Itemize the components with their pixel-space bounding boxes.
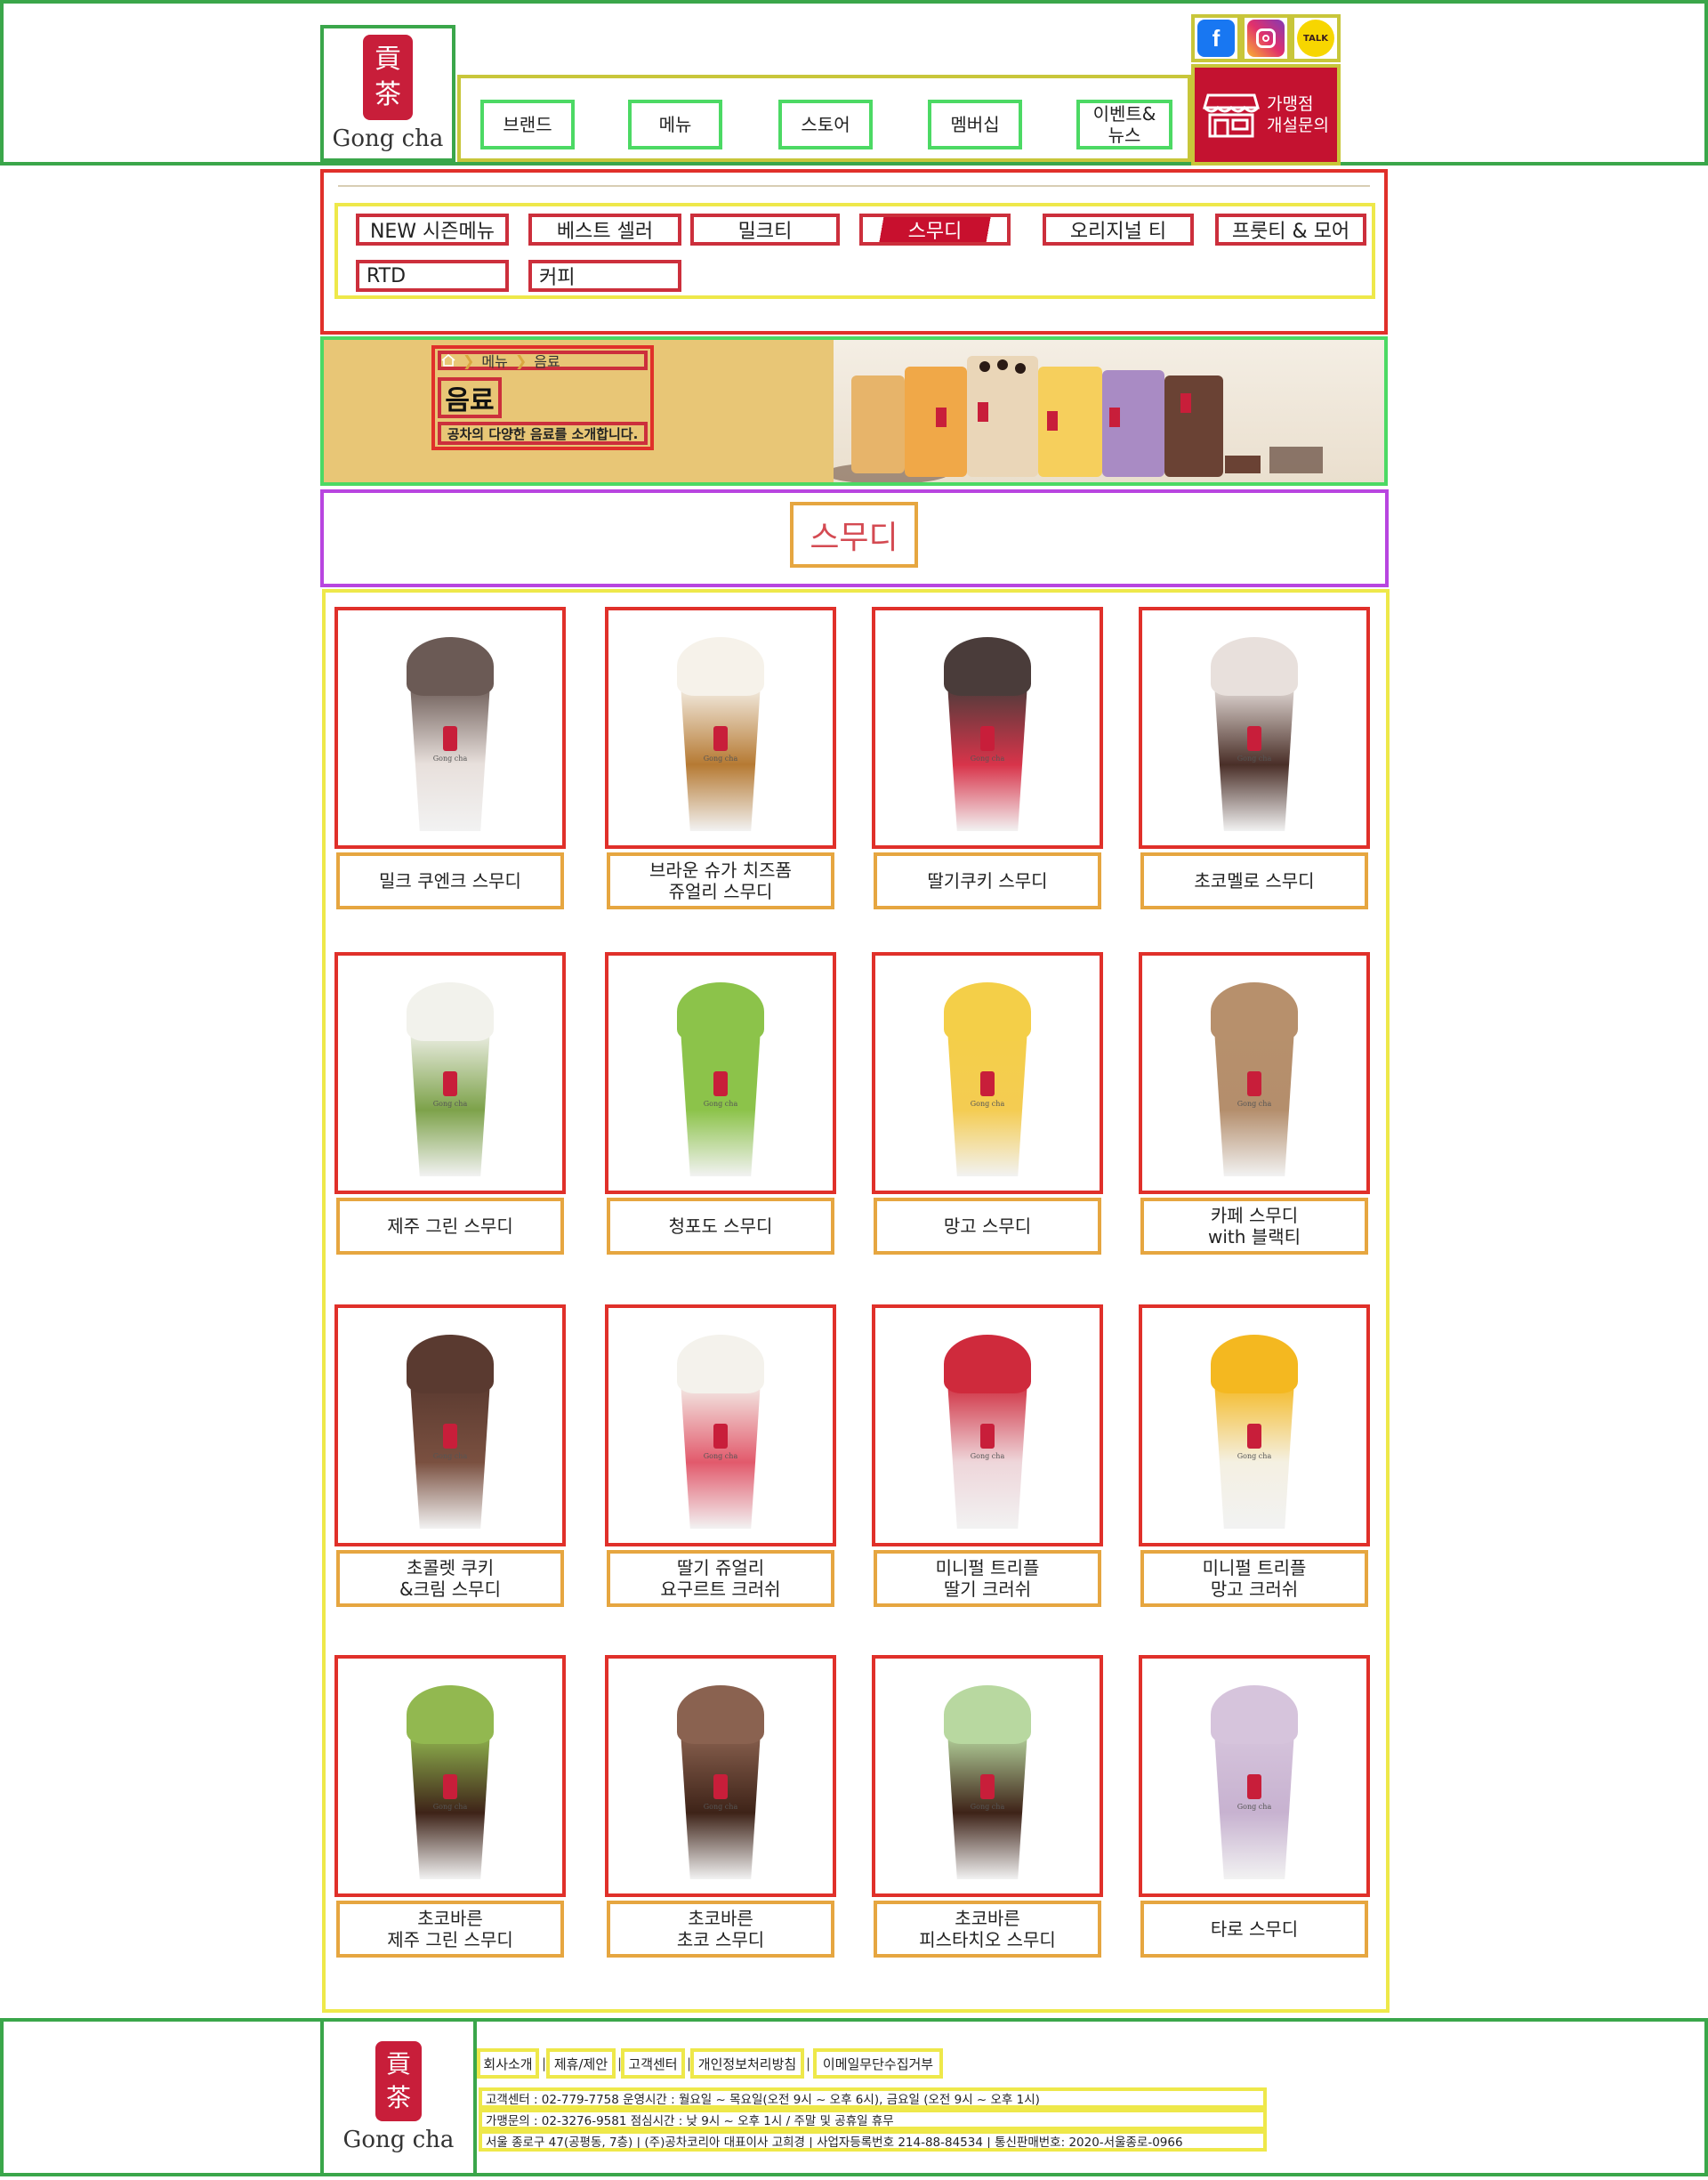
brand-logo[interactable]: 貢茶 Gong cha — [320, 25, 455, 162]
tab-original-tea[interactable]: 오리지널 티 — [1043, 214, 1194, 246]
drink-cup-icon: Gong cha — [939, 1319, 1036, 1532]
footer-link-email-refusal[interactable]: 이메일무단수집거부 — [813, 2048, 943, 2079]
product-name[interactable]: 초코바른 피스타치오 스무디 — [874, 1901, 1101, 1958]
section-title: 스무디 — [790, 502, 918, 568]
drink-cup-icon: Gong cha — [939, 621, 1036, 835]
product-name[interactable]: 브라운 슈가 치즈폼 쥬얼리 스무디 — [607, 852, 834, 909]
product-image[interactable]: Gong cha — [1139, 952, 1370, 1194]
footer-link-support[interactable]: 고객센터 — [621, 2048, 685, 2079]
product-image[interactable]: Gong cha — [1139, 1655, 1370, 1897]
product-image[interactable]: Gong cha — [605, 607, 836, 849]
product-name[interactable]: 청포도 스무디 — [607, 1198, 834, 1255]
product-name[interactable]: 제주 그린 스무디 — [336, 1198, 564, 1255]
product-name[interactable]: 카페 스무디 with 블랙티 — [1140, 1198, 1368, 1255]
product-name[interactable]: 초코바른 제주 그린 스무디 — [336, 1901, 564, 1958]
drink-cup-icon: Gong cha — [1205, 1319, 1303, 1532]
drink-cup-icon: Gong cha — [401, 966, 499, 1180]
product-image[interactable]: Gong cha — [605, 952, 836, 1194]
footer-separator: | — [806, 2055, 811, 2071]
product-name[interactable]: 밀크 쿠엔크 스무디 — [336, 852, 564, 909]
breadcrumb: ❯ 메뉴 ❯ 음료 — [438, 351, 648, 370]
facebook-link[interactable]: f — [1191, 14, 1241, 62]
drink-cup-icon: Gong cha — [1205, 966, 1303, 1180]
footer-link-company[interactable]: 회사소개 — [477, 2048, 539, 2079]
tab-new-season[interactable]: NEW 시즌메뉴 — [356, 214, 509, 246]
footer-link-privacy[interactable]: 개인정보처리방침 — [690, 2048, 804, 2079]
nav-events-news[interactable]: 이벤트& 뉴스 — [1076, 100, 1172, 149]
product-image[interactable]: Gong cha — [872, 1304, 1103, 1546]
instagram-link[interactable] — [1241, 14, 1291, 62]
product-image[interactable]: Gong cha — [334, 607, 566, 849]
tab-coffee[interactable]: 커피 — [528, 260, 681, 292]
nav-menu[interactable]: 메뉴 — [628, 100, 722, 149]
nav-brand[interactable]: 브랜드 — [480, 100, 575, 149]
banner-drinks-image — [834, 340, 1384, 482]
chevron-right-icon: ❯ — [463, 351, 475, 369]
page-description: 공차의 다양한 음료를 소개합니다. — [438, 422, 648, 445]
page-title: 음료 — [438, 377, 502, 418]
drink-cup-icon: Gong cha — [672, 1669, 769, 1883]
product-image[interactable]: Gong cha — [872, 1655, 1103, 1897]
kakaotalk-link[interactable]: TALK — [1291, 14, 1341, 62]
drink-cup-icon: Gong cha — [1205, 1669, 1303, 1883]
divider — [338, 185, 1370, 187]
product-name[interactable]: 타로 스무디 — [1140, 1901, 1368, 1958]
product-image[interactable]: Gong cha — [872, 607, 1103, 849]
product-image[interactable]: Gong cha — [334, 1304, 566, 1546]
franchise-label: 가맹점 개설문의 — [1267, 94, 1329, 135]
product-name[interactable]: 망고 스무디 — [874, 1198, 1101, 1255]
product-name[interactable]: 미니펄 트리플 딸기 크러쉬 — [874, 1550, 1101, 1607]
logo-seal-icon: 貢茶 — [363, 35, 413, 120]
footer-link-partnership[interactable]: 제휴/제안 — [546, 2048, 616, 2079]
franchise-inquiry-button[interactable]: 가맹점 개설문의 — [1191, 64, 1341, 166]
logo-wordmark: Gong cha — [332, 125, 444, 152]
nav-store[interactable]: 스토어 — [778, 100, 873, 149]
product-image[interactable]: Gong cha — [334, 1655, 566, 1897]
tab-best-seller[interactable]: 베스트 셀러 — [528, 214, 681, 246]
footer-wordmark: Gong cha — [342, 2127, 455, 2153]
product-name[interactable]: 딸기쿠키 스무디 — [874, 852, 1101, 909]
footer-info-support: 고객센터 : 02-779-7758 운영시간 : 월요일 ~ 목요일(오전 9… — [479, 2087, 1267, 2109]
drink-cup-icon: Gong cha — [672, 966, 769, 1180]
breadcrumb-current: 음료 — [534, 353, 560, 370]
instagram-icon — [1247, 20, 1285, 57]
product-image[interactable]: Gong cha — [605, 1655, 836, 1897]
drink-cup-icon: Gong cha — [1205, 621, 1303, 835]
product-name[interactable]: 초코바른 초코 스무디 — [607, 1901, 834, 1958]
product-name[interactable]: 미니펄 트리플 망고 크러쉬 — [1140, 1550, 1368, 1607]
drink-cup-icon: Gong cha — [939, 1669, 1036, 1883]
footer-logo[interactable]: 貢茶 Gong cha — [320, 2018, 477, 2176]
chevron-right-icon: ❯ — [514, 351, 528, 369]
footer-info-franchise: 가맹문의 : 02-3276-9581 점심시간 : 낮 9시 ~ 오후 1시 … — [479, 2109, 1267, 2130]
product-image[interactable]: Gong cha — [872, 952, 1103, 1194]
storefront-icon — [1203, 93, 1261, 138]
product-image[interactable]: Gong cha — [1139, 607, 1370, 849]
drink-cup-icon: Gong cha — [401, 1319, 499, 1532]
product-image[interactable]: Gong cha — [1139, 1304, 1370, 1546]
breadcrumb-menu[interactable]: 메뉴 — [481, 350, 507, 371]
drink-cup-icon: Gong cha — [401, 621, 499, 835]
drink-cup-icon: Gong cha — [401, 1669, 499, 1883]
drink-cup-icon: Gong cha — [939, 966, 1036, 1180]
drink-cup-icon: Gong cha — [672, 1319, 769, 1532]
footer-info-address: 서울 종로구 47(공평동, 7층) | (주)공차코리아 대표이사 고희경 |… — [479, 2130, 1267, 2152]
nav-membership[interactable]: 멤버십 — [928, 100, 1022, 149]
product-image[interactable]: Gong cha — [605, 1304, 836, 1546]
home-icon[interactable] — [441, 354, 455, 367]
product-name[interactable]: 딸기 쥬얼리 요구르트 크러쉬 — [607, 1550, 834, 1607]
tab-fruit-tea[interactable]: 프룻티 & 모어 — [1215, 214, 1366, 246]
product-image[interactable]: Gong cha — [334, 952, 566, 1194]
footer-seal-icon: 貢茶 — [375, 2041, 422, 2121]
product-name[interactable]: 초코멜로 스무디 — [1140, 852, 1368, 909]
kakaotalk-icon: TALK — [1297, 20, 1334, 57]
tab-milk-tea[interactable]: 밀크티 — [690, 214, 840, 246]
tab-rtd[interactable]: RTD — [356, 260, 509, 292]
drink-cup-icon: Gong cha — [672, 621, 769, 835]
product-name[interactable]: 초콜렛 쿠키 &크림 스무디 — [336, 1550, 564, 1607]
tab-smoothie[interactable]: 스무디 — [859, 214, 1011, 246]
facebook-icon: f — [1197, 20, 1235, 57]
